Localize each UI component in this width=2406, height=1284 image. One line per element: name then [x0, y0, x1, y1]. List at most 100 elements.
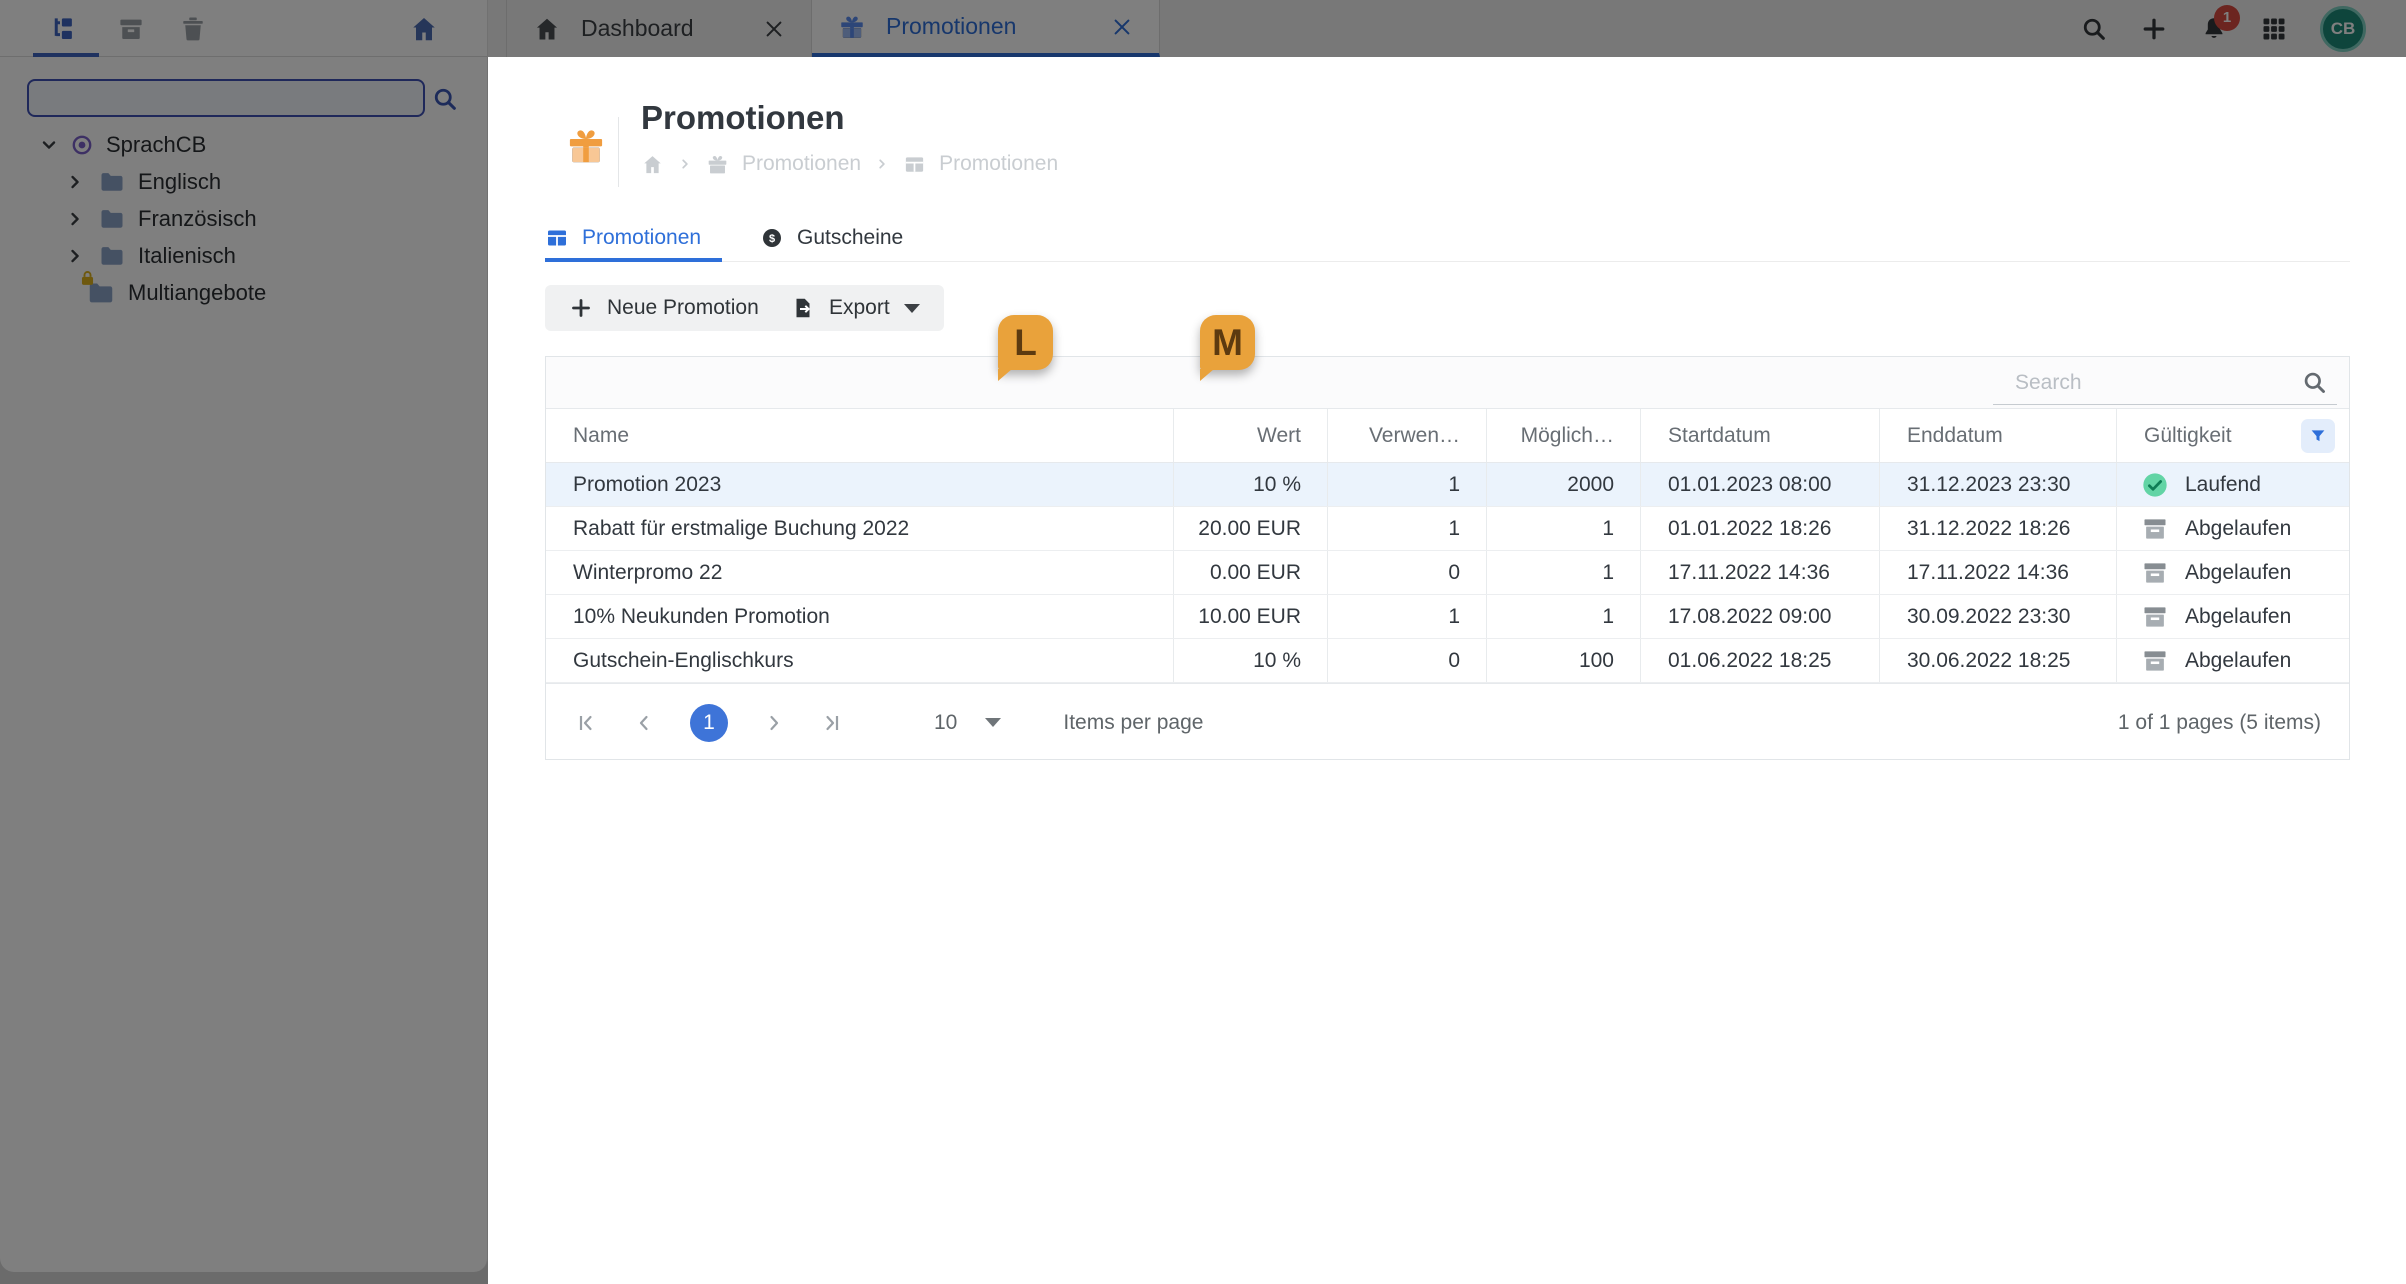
cell-name: Winterpromo 22 — [573, 560, 723, 584]
column-header-startdatum[interactable]: Startdatum — [1640, 409, 1879, 462]
chevron-right-icon — [682, 159, 688, 169]
cell-startdatum: 17.11.2022 14:36 — [1640, 551, 1879, 594]
add-icon[interactable] — [2140, 15, 2168, 43]
breadcrumb: Promotionen Promotionen — [641, 152, 1058, 176]
breadcrumb-item[interactable]: Promotionen — [939, 152, 1058, 176]
close-icon[interactable] — [763, 18, 785, 40]
cell-startdatum: 01.01.2022 18:26 — [1640, 507, 1879, 550]
table-pagination: 1 10 Items per page 1 of 1 pages (5 item… — [546, 683, 2349, 761]
notifications-bell[interactable]: 1 — [2200, 4, 2240, 43]
archive-box-icon — [2144, 518, 2166, 539]
items-per-page-label: Items per page — [1063, 710, 1204, 734]
gift-icon — [708, 155, 727, 173]
cell-startdatum: 01.06.2022 18:25 — [1640, 639, 1879, 682]
tab-promotionen-content[interactable]: Promotionen — [545, 217, 701, 259]
som-marker-l: L — [998, 315, 1053, 381]
chevron-down-icon — [903, 303, 920, 313]
table-row[interactable]: Winterpromo 22 0.00 EUR 0 1 17.11.2022 1… — [546, 551, 2349, 595]
cell-status: Abgelaufen — [2116, 507, 2349, 550]
close-icon[interactable] — [1111, 16, 1133, 38]
chevron-right-icon — [879, 159, 885, 169]
sidebar: SprachCB Englisch Französisch Italienisc… — [0, 0, 488, 1284]
column-header-gueltigkeit[interactable]: Gültigkeit — [2116, 409, 2349, 462]
cell-verwendungen: 1 — [1327, 595, 1486, 638]
first-page-icon[interactable] — [574, 711, 598, 735]
search-icon[interactable] — [2301, 369, 2328, 396]
tabstrip-divider — [545, 261, 2350, 262]
next-page-icon[interactable] — [762, 711, 786, 735]
cell-wert: 10 % — [1173, 639, 1327, 682]
check-circle-icon — [2141, 471, 2169, 498]
avatar[interactable]: CB — [2320, 5, 2366, 52]
column-header-name[interactable]: Name — [546, 409, 1173, 462]
cell-verwendungen: 1 — [1327, 507, 1486, 550]
last-page-icon[interactable] — [820, 711, 844, 735]
tab-label: Dashboard — [581, 15, 694, 41]
cell-enddatum: 17.11.2022 14:36 — [1879, 551, 2116, 594]
status-label: Laufend — [2185, 472, 2261, 496]
status-label: Abgelaufen — [2185, 648, 2292, 672]
promotions-table: Name Wert Verwen… Möglich… Startdatum En… — [545, 356, 2350, 760]
cell-status: Abgelaufen — [2116, 551, 2349, 594]
sidebar-dim-overlay — [0, 0, 488, 1284]
archive-box-icon — [2144, 562, 2166, 583]
cell-moeglich: 1 — [1486, 507, 1640, 550]
som-marker-m: M — [1200, 315, 1255, 381]
home-icon — [536, 18, 558, 39]
breadcrumb-item[interactable]: Promotionen — [742, 152, 861, 176]
page-size-dropdown[interactable]: 10 — [934, 710, 1002, 735]
cell-enddatum: 30.09.2022 23:30 — [1879, 595, 2116, 638]
column-header-wert[interactable]: Wert — [1173, 409, 1327, 462]
tab-promotionen[interactable]: Promotionen — [812, 0, 1160, 57]
current-page-button[interactable]: 1 — [690, 703, 728, 742]
previous-page-icon[interactable] — [632, 711, 656, 735]
cell-status: Abgelaufen — [2116, 639, 2349, 682]
button-label: Export — [829, 296, 890, 319]
cell-moeglich: 1 — [1486, 595, 1640, 638]
table-toolbar — [546, 357, 2349, 409]
gift-icon — [841, 16, 863, 38]
cell-moeglich: 100 — [1486, 639, 1640, 682]
archive-box-icon — [2144, 650, 2166, 671]
tab-label: Promotionen — [582, 226, 702, 249]
filter-button[interactable] — [2301, 418, 2335, 453]
tab-gutscheine[interactable]: $ Gutscheine — [760, 217, 903, 259]
cell-startdatum: 17.08.2022 09:00 — [1640, 595, 1879, 638]
tab-label: Gutscheine — [797, 226, 904, 249]
topbar-actions: 1 CB — [2080, 0, 2406, 57]
new-promotion-button[interactable]: Neue Promotion — [545, 285, 783, 331]
tab-dashboard[interactable]: Dashboard — [506, 0, 812, 57]
table-search-input[interactable] — [1993, 363, 2303, 403]
cell-enddatum: 30.06.2022 18:25 — [1879, 639, 2116, 682]
table-header-row: Name Wert Verwen… Möglich… Startdatum En… — [546, 409, 2349, 463]
cell-verwendungen: 0 — [1327, 551, 1486, 594]
active-tab-underline — [545, 258, 722, 262]
table-row[interactable]: Rabatt für erstmalige Buchung 2022 20.00… — [546, 507, 2349, 551]
table-row[interactable]: Gutschein-Englischkurs 10 % 0 100 01.06.… — [546, 639, 2349, 683]
table-row[interactable]: Promotion 2023 10 % 1 2000 01.01.2023 08… — [546, 463, 2349, 507]
chevron-down-icon — [985, 718, 1002, 727]
cell-wert: 0.00 EUR — [1173, 551, 1327, 594]
tab-label: Promotionen — [886, 13, 1017, 39]
column-header-enddatum[interactable]: Enddatum — [1879, 409, 2116, 462]
export-button[interactable]: Export — [767, 285, 944, 331]
column-header-verwendungen[interactable]: Verwen… — [1327, 409, 1486, 462]
table-row[interactable]: 10% Neukunden Promotion 10.00 EUR 1 1 17… — [546, 595, 2349, 639]
cell-verwendungen: 0 — [1327, 639, 1486, 682]
table-icon — [547, 229, 567, 247]
gift-icon — [569, 130, 603, 163]
table-icon — [905, 155, 925, 173]
cell-name: Rabatt für erstmalige Buchung 2022 — [573, 516, 910, 540]
dollar-glyph: $ — [769, 233, 775, 245]
column-header-label: Gültigkeit — [2144, 423, 2232, 447]
cell-startdatum: 01.01.2023 08:00 — [1640, 463, 1879, 506]
column-header-moeglich[interactable]: Möglich… — [1486, 409, 1640, 462]
cell-moeglich: 1 — [1486, 551, 1640, 594]
apps-grid-icon[interactable] — [2260, 15, 2288, 43]
notification-badge: 1 — [2214, 4, 2240, 31]
cell-verwendungen: 1 — [1327, 463, 1486, 506]
home-icon[interactable] — [641, 153, 664, 176]
page-size-value: 10 — [934, 710, 958, 734]
cell-name: Promotion 2023 — [573, 472, 722, 496]
search-icon[interactable] — [2080, 15, 2108, 43]
